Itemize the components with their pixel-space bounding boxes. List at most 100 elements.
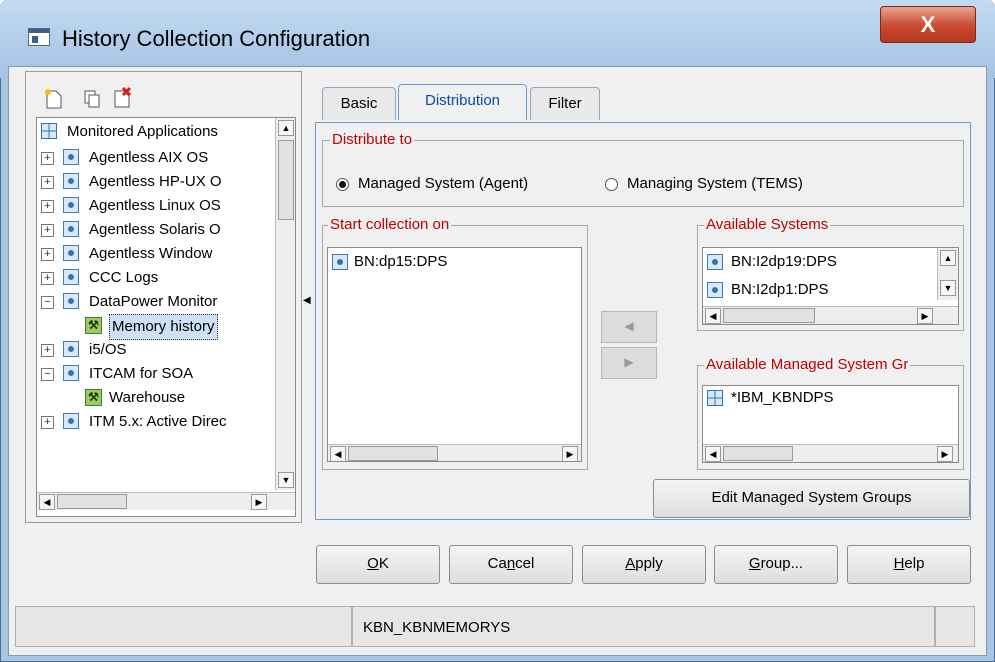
- ok-label: K: [378, 555, 389, 572]
- scroll-right-icon[interactable]: ▶: [562, 446, 578, 461]
- list-item-label: BN:I2dp1:DPS: [731, 281, 829, 298]
- expand-icon[interactable]: +: [41, 200, 54, 213]
- managing-system-label[interactable]: Managing System (TEMS): [627, 175, 803, 192]
- tree-item-label: CCC Logs: [89, 269, 159, 286]
- tree-item-label: Warehouse: [109, 389, 186, 406]
- wrench-icon: ⚒: [85, 317, 102, 334]
- new-icon[interactable]: [44, 88, 64, 110]
- scroll-thumb[interactable]: [723, 446, 793, 461]
- scroll-down-icon[interactable]: ▼: [278, 472, 294, 488]
- group-button[interactable]: Group...: [714, 545, 838, 584]
- scroll-right-icon[interactable]: ▶: [251, 494, 267, 510]
- tree-item-label: Agentless Linux OS: [89, 197, 221, 214]
- collapse-icon[interactable]: −: [41, 368, 54, 381]
- tab-basic[interactable]: Basic: [322, 87, 396, 120]
- distribute-to-group: [322, 140, 964, 207]
- scroll-thumb[interactable]: [278, 140, 294, 220]
- managed-system-label[interactable]: Managed System (Agent): [358, 175, 528, 192]
- expand-icon[interactable]: +: [41, 152, 54, 165]
- available-systems-horizontal-scrollbar[interactable]: ◀ ▶: [703, 306, 958, 324]
- tree-horizontal-scrollbar[interactable]: ◀ ▶: [37, 492, 295, 510]
- available-groups-legend: Available Managed System Gr: [704, 356, 911, 373]
- cancel-mnemonic: n: [506, 555, 516, 572]
- agent-icon: [63, 245, 79, 261]
- start-collection-list[interactable]: BN:dp15:DPS ◀ ▶: [327, 247, 582, 462]
- scroll-right-icon[interactable]: ▶: [937, 446, 953, 462]
- status-bar: KBN_KBNMEMORYS: [15, 606, 975, 647]
- agent-icon: [63, 269, 79, 285]
- edit-managed-system-groups-button[interactable]: Edit Managed System Groups: [653, 479, 970, 518]
- tree-item-label: Agentless HP-UX O: [89, 173, 222, 190]
- scroll-left-icon[interactable]: ◀: [330, 446, 346, 461]
- scroll-right-icon[interactable]: ▶: [917, 308, 933, 324]
- tree-item-label: Agentless Window: [89, 245, 213, 262]
- window-app-icon: [28, 28, 50, 46]
- scroll-left-icon[interactable]: ◀: [39, 494, 55, 510]
- delete-icon[interactable]: [112, 86, 132, 108]
- apply-mnemonic: A: [625, 555, 636, 572]
- available-groups-horizontal-scrollbar[interactable]: ◀ ▶: [703, 444, 958, 462]
- tab-filter[interactable]: Filter: [530, 87, 600, 120]
- help-button[interactable]: Help: [847, 545, 971, 584]
- scroll-left-icon[interactable]: ◀: [705, 308, 721, 324]
- agent-icon: [63, 341, 79, 357]
- cancel-button[interactable]: Cancel: [449, 545, 573, 584]
- apply-label: pply: [635, 555, 663, 572]
- expand-icon[interactable]: +: [41, 248, 54, 261]
- start-collection-horizontal-scrollbar[interactable]: ◀ ▶: [328, 444, 581, 461]
- tree-vertical-scrollbar[interactable]: ▲ ▼: [275, 118, 295, 490]
- agent-icon: [63, 413, 79, 429]
- managing-system-radio[interactable]: [605, 178, 618, 191]
- list-item-label: BN:I2dp19:DPS: [731, 253, 837, 270]
- help-mnemonic: H: [893, 555, 905, 572]
- scroll-left-icon[interactable]: ◀: [705, 446, 721, 462]
- available-systems-vertical-scrollbar[interactable]: ▲ ▼: [937, 248, 958, 300]
- apply-button[interactable]: Apply: [582, 545, 706, 584]
- tree-item-label: Agentless Solaris O: [89, 221, 221, 238]
- expand-icon[interactable]: +: [41, 344, 54, 357]
- window-title: History Collection Configuration: [62, 26, 371, 51]
- move-right-button[interactable]: ▶: [601, 347, 657, 379]
- agent-icon: [63, 173, 79, 189]
- scroll-thumb[interactable]: [723, 308, 815, 323]
- tree-item-label: Agentless AIX OS: [89, 149, 209, 166]
- group-label: roup...: [760, 555, 804, 572]
- collapse-icon[interactable]: −: [41, 296, 54, 309]
- close-button[interactable]: X: [880, 6, 976, 43]
- expand-icon[interactable]: +: [41, 272, 54, 285]
- ok-mnemonic: O: [367, 555, 379, 572]
- tab-distribution[interactable]: Distribution: [398, 84, 527, 120]
- expand-icon[interactable]: +: [41, 416, 54, 429]
- group-mnemonic: G: [748, 555, 761, 572]
- list-item-label: BN:dp15:DPS: [354, 253, 448, 270]
- scroll-up-icon[interactable]: ▲: [940, 250, 956, 266]
- tree-item-label: DataPower Monitor: [89, 293, 218, 310]
- group-icon: [707, 390, 723, 406]
- ok-button[interactable]: OK: [316, 545, 440, 584]
- cancel-label-start: Ca: [487, 555, 507, 572]
- available-systems-list[interactable]: BN:I2dp19:DPS BN:I2dp1:DPS ▲ ▼ ◀ ▶: [702, 247, 959, 325]
- copy-icon[interactable]: [82, 88, 102, 110]
- tree-item-label: Monitored Applications: [67, 123, 218, 140]
- agent-icon: [63, 293, 79, 309]
- status-cell-left: [15, 606, 352, 647]
- help-label: elp: [904, 555, 925, 572]
- scroll-thumb[interactable]: [57, 494, 127, 509]
- scroll-thumb[interactable]: [348, 446, 438, 461]
- agent-icon: [63, 221, 79, 237]
- scroll-down-icon[interactable]: ▼: [940, 280, 956, 296]
- expand-icon[interactable]: +: [41, 224, 54, 237]
- tree-item-label: i5/OS: [89, 341, 127, 358]
- wrench-icon: ⚒: [85, 389, 102, 406]
- expand-icon[interactable]: +: [41, 176, 54, 189]
- collapse-panel-icon[interactable]: ◀: [303, 295, 311, 306]
- available-groups-list[interactable]: *IBM_KBNDPS ◀ ▶: [702, 385, 959, 463]
- distribute-to-legend: Distribute to: [330, 131, 415, 148]
- available-systems-legend: Available Systems: [704, 216, 831, 233]
- move-left-button[interactable]: ◀: [601, 311, 657, 343]
- tree-item-label: ITCAM for SOA: [89, 365, 194, 382]
- status-text: KBN_KBNMEMORYS: [352, 606, 935, 647]
- scroll-up-icon[interactable]: ▲: [278, 120, 294, 136]
- managed-system-radio[interactable]: [336, 178, 349, 191]
- tree-view[interactable]: Monitored Applications + Agentless AIX O…: [36, 117, 296, 517]
